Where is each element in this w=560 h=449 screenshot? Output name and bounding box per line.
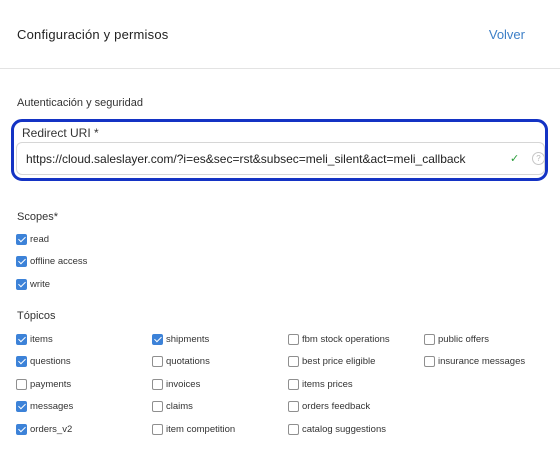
topics-title: Tópicos: [17, 310, 56, 322]
help-icon[interactable]: ?: [532, 152, 545, 165]
scope-option-label: offline access: [30, 256, 88, 267]
topic-option-item-competition[interactable]: item competition: [152, 422, 235, 436]
checkbox-unchecked-icon[interactable]: [288, 356, 299, 367]
scope-option-label: write: [30, 278, 51, 290]
checkbox-unchecked-icon[interactable]: [152, 356, 163, 367]
topic-option-claims[interactable]: claims: [152, 400, 193, 414]
topic-option-label: questions: [30, 356, 71, 367]
scope-option-write[interactable]: write: [16, 277, 50, 291]
checkbox-checked-icon[interactable]: [16, 278, 27, 290]
topic-option-label: best price eligible: [302, 356, 376, 367]
topic-option-label: insurance messages: [438, 356, 526, 367]
checkbox-unchecked-icon[interactable]: [288, 378, 299, 390]
checkbox-unchecked-icon[interactable]: [424, 356, 435, 367]
redirect-uri-input[interactable]: https://cloud.saleslayer.com/?i=es&sec=r…: [16, 142, 545, 175]
checkbox-checked-icon[interactable]: [16, 233, 27, 245]
topic-option-label: public offers: [438, 333, 490, 345]
topic-option-public-offers[interactable]: public offers: [424, 332, 489, 346]
topic-option-quotations[interactable]: quotations: [152, 355, 210, 369]
topic-option-orders-feedback[interactable]: orders feedback: [288, 400, 370, 414]
checkbox-checked-icon[interactable]: [16, 423, 27, 435]
topic-option-label: invoices: [166, 378, 201, 390]
page-title: Configuración y permisos: [17, 27, 169, 42]
topic-option-label: quotations: [166, 356, 210, 367]
checkbox-checked-icon[interactable]: [152, 333, 163, 345]
checkbox-checked-icon[interactable]: [16, 256, 27, 267]
topic-option-catalog-suggestions[interactable]: catalog suggestions: [288, 422, 386, 436]
topic-option-label: fbm stock operations: [302, 333, 390, 345]
topic-option-fbm-stock-operations[interactable]: fbm stock operations: [288, 332, 390, 346]
checkbox-unchecked-icon[interactable]: [288, 401, 299, 412]
checkbox-unchecked-icon[interactable]: [152, 401, 163, 412]
topic-option-label: messages: [30, 401, 74, 412]
topic-option-questions[interactable]: questions: [16, 355, 71, 369]
checkbox-checked-icon[interactable]: [16, 333, 27, 345]
topic-option-items[interactable]: items: [16, 332, 53, 346]
topic-option-label: catalog suggestions: [302, 423, 386, 435]
topic-option-label: orders_v2: [30, 423, 73, 435]
valid-check-icon: ✓: [510, 153, 520, 165]
topic-option-label: item competition: [166, 423, 236, 435]
checkbox-checked-icon[interactable]: [16, 356, 27, 367]
topic-option-label: payments: [30, 378, 72, 390]
topic-option-orders-v2[interactable]: orders_v2: [16, 422, 72, 436]
topic-option-label: shipments: [166, 333, 210, 345]
checkbox-unchecked-icon[interactable]: [16, 378, 27, 390]
scope-option-offline-access[interactable]: offline access: [16, 255, 87, 269]
checkbox-unchecked-icon[interactable]: [424, 333, 435, 345]
topic-option-invoices[interactable]: invoices: [152, 377, 200, 391]
page-header: Configuración y permisos Volver: [0, 0, 560, 69]
back-link[interactable]: Volver: [489, 27, 525, 42]
topic-option-label: orders feedback: [302, 401, 371, 412]
scope-option-label: read: [30, 233, 50, 245]
topic-option-label: items prices: [302, 378, 353, 390]
topic-option-shipments[interactable]: shipments: [152, 332, 209, 346]
topic-option-items-prices[interactable]: items prices: [288, 377, 353, 391]
topic-option-label: claims: [166, 401, 193, 412]
topic-option-insurance-messages[interactable]: insurance messages: [424, 355, 525, 369]
redirect-uri-value[interactable]: https://cloud.saleslayer.com/?i=es&sec=r…: [26, 152, 466, 166]
topic-option-payments[interactable]: payments: [16, 377, 71, 391]
scopes-title: Scopes*: [17, 211, 58, 223]
checkbox-unchecked-icon[interactable]: [152, 378, 163, 390]
topic-option-best-price-eligible[interactable]: best price eligible: [288, 355, 375, 369]
checkbox-unchecked-icon[interactable]: [288, 333, 299, 345]
checkbox-checked-icon[interactable]: [16, 401, 27, 412]
scope-option-read[interactable]: read: [16, 232, 49, 246]
checkbox-unchecked-icon[interactable]: [152, 423, 163, 435]
auth-section-title: Autenticación y seguridad: [17, 97, 143, 109]
topic-option-label: items: [30, 333, 53, 345]
topic-option-messages[interactable]: messages: [16, 400, 73, 414]
redirect-uri-label: Redirect URI *: [22, 126, 99, 140]
checkbox-unchecked-icon[interactable]: [288, 423, 299, 435]
